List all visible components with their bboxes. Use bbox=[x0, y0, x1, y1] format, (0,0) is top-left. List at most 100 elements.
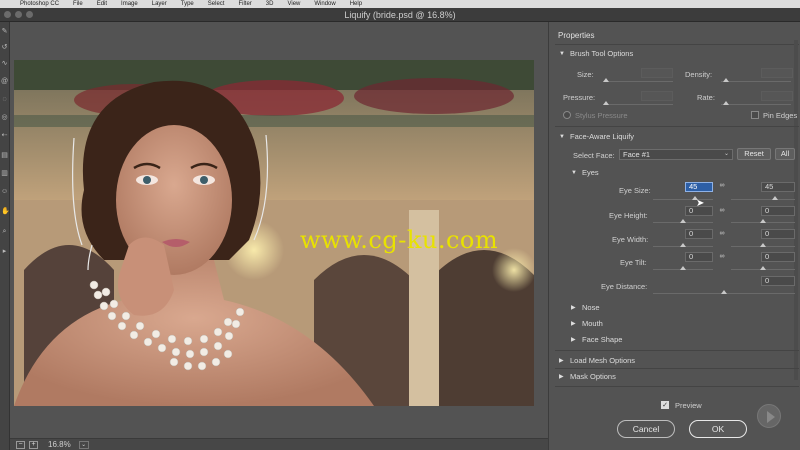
eye-width-right-field[interactable]: 0 bbox=[761, 229, 795, 239]
eye-height-right-field[interactable]: 0 bbox=[761, 206, 795, 216]
smooth-tool-icon[interactable]: ∿ bbox=[1, 60, 8, 67]
eye-height-left-slider-thumb[interactable] bbox=[680, 219, 686, 223]
rate-slider-thumb[interactable] bbox=[723, 101, 729, 105]
zoom-dropdown-chevron-down-icon[interactable]: ⌄ bbox=[78, 440, 89, 449]
brush-tool-options-header[interactable]: ▼ Brush Tool Options bbox=[559, 49, 633, 58]
zoom-in-button[interactable]: + bbox=[29, 440, 38, 449]
ok-button[interactable]: OK bbox=[689, 420, 747, 438]
preview-checkbox[interactable]: ✓ bbox=[661, 401, 669, 409]
eye-tilt-left-field[interactable]: 0 bbox=[685, 252, 713, 262]
stylus-pressure-checkbox[interactable] bbox=[563, 111, 571, 119]
zoom-tool-icon[interactable]: ⌕ bbox=[1, 228, 8, 235]
canvas-area[interactable]: www.cg-ku.com bbox=[10, 22, 548, 438]
bloat-tool-icon[interactable]: ◎ bbox=[1, 114, 8, 121]
divider bbox=[555, 44, 799, 45]
size-field[interactable] bbox=[641, 68, 673, 78]
eye-tilt-left-slider-thumb[interactable] bbox=[680, 266, 686, 270]
mouth-header[interactable]: ▶ Mouth bbox=[571, 319, 603, 328]
liquify-window: Photoshop CC File Edit Image Layer Type … bbox=[0, 0, 800, 450]
pin-edges-label: Pin Edges bbox=[763, 111, 798, 120]
menu-item-filter[interactable]: Filter bbox=[238, 1, 251, 7]
eye-tilt-right-slider-thumb[interactable] bbox=[760, 266, 766, 270]
menu-item-3d[interactable]: 3D bbox=[266, 1, 274, 7]
menu-item-app[interactable]: Photoshop CC bbox=[20, 1, 59, 7]
twirl-tool-icon[interactable]: @ bbox=[1, 78, 8, 85]
zoom-level: 16.8% bbox=[48, 440, 71, 449]
eye-width-label: Eye Width: bbox=[612, 235, 649, 244]
menu-item-help[interactable]: Help bbox=[350, 1, 362, 7]
face-shape-header[interactable]: ▶ Face Shape bbox=[571, 335, 622, 344]
density-slider-thumb[interactable] bbox=[723, 78, 729, 82]
density-field[interactable] bbox=[761, 68, 793, 78]
menu-item-file[interactable]: File bbox=[73, 1, 83, 7]
select-face-value: Face #1 bbox=[623, 150, 651, 159]
nose-header[interactable]: ▶ Nose bbox=[571, 303, 600, 312]
triangle-down-icon: ▼ bbox=[559, 133, 565, 140]
reset-button[interactable]: Reset bbox=[737, 148, 771, 160]
eye-distance-field[interactable]: 0 bbox=[761, 276, 795, 286]
liquify-toolbar: ✎ ↺ ∿ @ ◌ ◎ ⇠ ▤ ▥ ☺ ✋ ⌕ ▸ bbox=[0, 22, 10, 450]
density-label: Density: bbox=[685, 70, 713, 79]
density-slider[interactable] bbox=[721, 81, 791, 82]
divider bbox=[555, 368, 799, 369]
load-mesh-options-header[interactable]: ▶ Load Mesh Options bbox=[559, 356, 635, 365]
size-slider-thumb[interactable] bbox=[603, 78, 609, 82]
rate-label: Rate: bbox=[697, 93, 715, 102]
all-button[interactable]: All bbox=[775, 148, 795, 160]
link-chain-icon[interactable]: ∞ bbox=[719, 230, 725, 241]
zoom-out-button[interactable]: − bbox=[16, 440, 25, 449]
pressure-slider[interactable] bbox=[603, 104, 673, 105]
cancel-button[interactable]: Cancel bbox=[617, 420, 675, 438]
eye-distance-slider-thumb[interactable] bbox=[721, 290, 727, 294]
menu-item-layer[interactable]: Layer bbox=[152, 1, 167, 7]
eye-height-label: Eye Height: bbox=[609, 211, 648, 220]
forward-warp-tool-icon[interactable]: ✎ bbox=[1, 28, 8, 35]
zoom-window-button[interactable] bbox=[26, 11, 33, 18]
pressure-field[interactable] bbox=[641, 91, 673, 101]
eye-height-left-field[interactable]: 0 bbox=[685, 206, 713, 216]
triangle-right-icon: ▶ bbox=[559, 374, 564, 380]
minimize-window-button[interactable] bbox=[15, 11, 22, 18]
eye-size-right-slider-thumb[interactable] bbox=[772, 196, 778, 200]
reconstruct-tool-icon[interactable]: ↺ bbox=[1, 44, 8, 51]
menu-item-edit[interactable]: Edit bbox=[97, 1, 107, 7]
link-chain-icon[interactable]: ∞ bbox=[719, 182, 725, 193]
divider bbox=[555, 386, 799, 387]
menu-item-view[interactable]: View bbox=[287, 1, 300, 7]
eye-width-right-slider-thumb[interactable] bbox=[760, 243, 766, 247]
pin-edges-checkbox[interactable] bbox=[751, 111, 759, 119]
eyes-header[interactable]: ▼ Eyes bbox=[571, 168, 599, 177]
eye-size-right-slider[interactable] bbox=[731, 199, 795, 200]
size-slider[interactable] bbox=[603, 81, 673, 82]
eye-width-left-field[interactable]: 0 bbox=[685, 229, 713, 239]
menu-item-select[interactable]: Select bbox=[208, 1, 225, 7]
triangle-right-icon: ▶ bbox=[571, 321, 576, 327]
menu-item-window[interactable]: Window bbox=[314, 1, 335, 7]
load-mesh-options-label: Load Mesh Options bbox=[570, 356, 636, 365]
eye-height-right-slider-thumb[interactable] bbox=[760, 219, 766, 223]
eye-width-left-slider-thumb[interactable] bbox=[680, 243, 686, 247]
mask-options-header[interactable]: ▶ Mask Options bbox=[559, 372, 616, 381]
menu-item-image[interactable]: Image bbox=[121, 1, 138, 7]
link-chain-icon[interactable]: ∞ bbox=[719, 207, 725, 218]
close-window-button[interactable] bbox=[4, 11, 11, 18]
triangle-right-icon: ▶ bbox=[571, 337, 576, 343]
rate-field[interactable] bbox=[761, 91, 793, 101]
freeze-mask-tool-icon[interactable]: ▤ bbox=[1, 152, 8, 159]
eyes-label: Eyes bbox=[582, 168, 599, 177]
rate-slider[interactable] bbox=[721, 104, 791, 105]
eye-tilt-right-field[interactable]: 0 bbox=[761, 252, 795, 262]
face-tool-icon[interactable]: ☺ bbox=[1, 188, 8, 195]
thaw-mask-tool-icon[interactable]: ▥ bbox=[1, 170, 8, 177]
misc-tool-icon[interactable]: ▸ bbox=[1, 248, 8, 255]
eye-size-left-field[interactable]: 45 bbox=[685, 182, 713, 192]
push-left-tool-icon[interactable]: ⇠ bbox=[1, 132, 8, 139]
pressure-slider-thumb[interactable] bbox=[603, 101, 609, 105]
hand-tool-icon[interactable]: ✋ bbox=[1, 208, 10, 215]
link-chain-icon[interactable]: ∞ bbox=[719, 253, 725, 264]
select-face-dropdown[interactable]: Face #1 ⌄ bbox=[619, 149, 733, 160]
eye-size-right-field[interactable]: 45 bbox=[761, 182, 795, 192]
face-aware-liquify-header[interactable]: ▼ Face-Aware Liquify bbox=[559, 132, 634, 141]
pucker-tool-icon[interactable]: ◌ bbox=[1, 96, 8, 103]
menu-item-type[interactable]: Type bbox=[181, 1, 194, 7]
